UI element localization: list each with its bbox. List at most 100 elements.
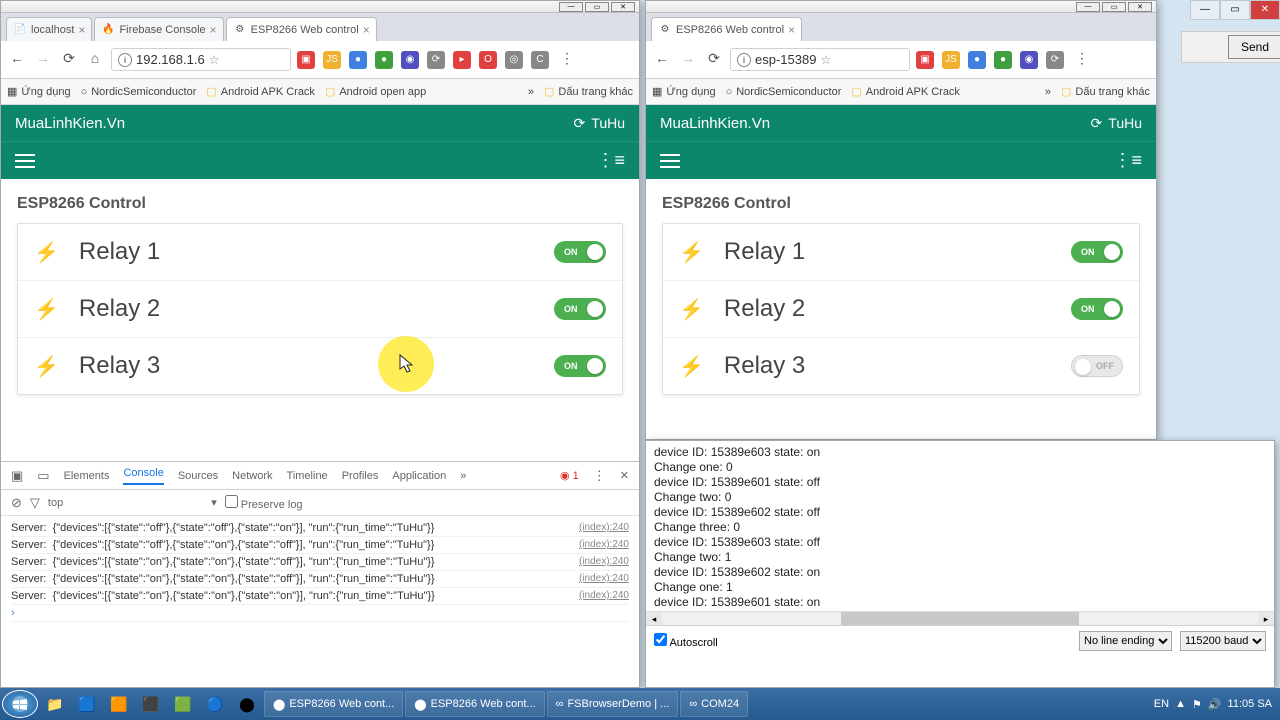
bookmark-apk[interactable]: ▢Android APK Crack [851, 85, 960, 98]
tab-console[interactable]: Console [123, 467, 163, 485]
bookmark-nordic[interactable]: ○NordicSemiconductor [81, 86, 197, 98]
wifi-icon[interactable]: ⋮≡ [1113, 150, 1142, 171]
forward-button[interactable]: → [678, 50, 698, 70]
extension-icon[interactable]: ▸ [453, 51, 471, 69]
minimize-button[interactable]: — [559, 2, 583, 12]
source-link[interactable]: (index):240 [579, 539, 629, 551]
pinned-app[interactable]: 🔵 [200, 691, 230, 717]
baud-select[interactable]: 115200 baud [1180, 631, 1266, 651]
close-icon[interactable]: × [363, 23, 370, 37]
bookmark-apps[interactable]: ▦Ứng dụng [652, 85, 716, 98]
tab-application[interactable]: Application [392, 470, 446, 482]
tray-icon[interactable]: ⚑ [1192, 698, 1202, 711]
clear-icon[interactable]: ⊘ [11, 495, 22, 511]
info-icon[interactable]: i [737, 53, 751, 67]
scroll-right-icon[interactable]: ▸ [1258, 612, 1274, 625]
tab-profiles[interactable]: Profiles [342, 470, 379, 482]
url-input[interactable]: i esp-15389 ☆ [730, 48, 910, 71]
tab-overflow[interactable]: » [460, 470, 466, 482]
menu-button[interactable]: ⋮ [1072, 50, 1092, 70]
extension-icon[interactable]: JS [942, 51, 960, 69]
inspect-icon[interactable]: ▣ [11, 468, 23, 484]
back-button[interactable]: ← [652, 50, 672, 70]
bookmark-openapp[interactable]: ▢Android open app [325, 85, 426, 98]
tab-sources[interactable]: Sources [178, 470, 218, 482]
reload-button[interactable]: ⟳ [704, 50, 724, 70]
refresh-button[interactable]: ⟳ TuHu [574, 115, 625, 132]
extension-icon[interactable]: ● [375, 51, 393, 69]
taskbar-item[interactable]: ∞FSBrowserDemo | ... [547, 691, 679, 717]
extension-icon[interactable]: JS [323, 51, 341, 69]
close-icon[interactable]: × [788, 23, 795, 37]
relay-toggle-1[interactable]: ON [1071, 241, 1123, 263]
bookmark-overflow[interactable]: » [1045, 86, 1051, 98]
pinned-app[interactable]: ⬛ [136, 691, 166, 717]
pinned-explorer[interactable]: 📁 [40, 691, 70, 717]
tab-elements[interactable]: Elements [64, 470, 110, 482]
menu-button[interactable]: ⋮ [557, 50, 577, 70]
tab-esp8266[interactable]: ⚙ ESP8266 Web control × [651, 17, 802, 41]
home-button[interactable]: ⌂ [85, 50, 105, 70]
scroll-left-icon[interactable]: ◂ [646, 612, 662, 625]
tab-localhost[interactable]: 📄 localhost × [6, 17, 92, 41]
source-link[interactable]: (index):240 [579, 573, 629, 585]
console-prompt[interactable]: › [11, 605, 629, 622]
bookmark-apk[interactable]: ▢Android APK Crack [206, 85, 315, 98]
extension-icon[interactable]: ● [994, 51, 1012, 69]
hamburger-icon[interactable] [660, 154, 680, 168]
device-icon[interactable]: ▭ [37, 468, 49, 484]
extension-icon[interactable]: ◉ [401, 51, 419, 69]
taskbar-item[interactable]: ⬤ESP8266 Web cont... [264, 691, 403, 717]
reload-button[interactable]: ⟳ [59, 50, 79, 70]
bookmark-nordic[interactable]: ○NordicSemiconductor [726, 86, 842, 98]
forward-button[interactable]: → [33, 50, 53, 70]
taskbar-item[interactable]: ⬤ESP8266 Web cont... [405, 691, 544, 717]
source-link[interactable]: (index):240 [579, 590, 629, 602]
filter-icon[interactable]: ▽ [30, 495, 40, 511]
close-icon[interactable]: × [78, 23, 85, 37]
bookmark-apps[interactable]: ▦Ứng dụng [7, 85, 71, 98]
extension-icon[interactable]: ▣ [297, 51, 315, 69]
url-input[interactable]: i 192.168.1.6 ☆ [111, 48, 291, 71]
pinned-app[interactable]: 🟦 [72, 691, 102, 717]
other-bookmarks[interactable]: ▢Dấu trang khác [1061, 85, 1150, 98]
settings-icon[interactable]: ⋮ [593, 468, 606, 484]
tray-icon[interactable]: 🔊 [1208, 698, 1222, 711]
extension-icon[interactable]: ◎ [505, 51, 523, 69]
relay-toggle-2[interactable]: ON [554, 298, 606, 320]
source-link[interactable]: (index):240 [579, 556, 629, 568]
pinned-app[interactable]: 🟩 [168, 691, 198, 717]
back-button[interactable]: ← [7, 50, 27, 70]
star-icon[interactable]: ☆ [820, 53, 831, 67]
relay-toggle-3[interactable]: OFF [1071, 355, 1123, 377]
close-icon[interactable]: ✕ [620, 469, 629, 482]
minimize-button[interactable]: — [1190, 0, 1220, 20]
scope-select[interactable]: top [48, 497, 63, 509]
console-body[interactable]: Server: {"devices":[{"state":"off"},{"st… [1, 516, 639, 687]
line-ending-select[interactable]: No line ending [1079, 631, 1172, 651]
error-badge[interactable]: ◉ 1 [560, 469, 579, 482]
minimize-button[interactable]: — [1076, 2, 1100, 12]
tab-timeline[interactable]: Timeline [287, 470, 328, 482]
bookmark-overflow[interactable]: » [528, 86, 534, 98]
extension-icon[interactable]: C [531, 51, 549, 69]
lang-indicator[interactable]: EN [1154, 698, 1169, 710]
autoscroll-checkbox[interactable]: Autoscroll [654, 633, 718, 649]
hamburger-icon[interactable] [15, 154, 35, 168]
tab-firebase[interactable]: 🔥 Firebase Console × [94, 17, 223, 41]
extension-icon[interactable]: O [479, 51, 497, 69]
extension-icon[interactable]: ⟳ [427, 51, 445, 69]
relay-toggle-1[interactable]: ON [554, 241, 606, 263]
pinned-app[interactable]: 🟧 [104, 691, 134, 717]
relay-toggle-2[interactable]: ON [1071, 298, 1123, 320]
close-button[interactable]: ✕ [611, 2, 635, 12]
extension-icon[interactable]: ● [968, 51, 986, 69]
wifi-icon[interactable]: ⋮≡ [596, 150, 625, 171]
other-bookmarks[interactable]: ▢Dấu trang khác [544, 85, 633, 98]
maximize-button[interactable]: ▭ [1102, 2, 1126, 12]
extension-icon[interactable]: ● [349, 51, 367, 69]
close-button[interactable]: ✕ [1250, 0, 1280, 20]
serial-output[interactable]: device ID: 15389e603 state: on Change on… [646, 441, 1274, 611]
tab-esp8266[interactable]: ⚙ ESP8266 Web control × [226, 17, 377, 41]
send-button[interactable]: Send [1228, 35, 1280, 59]
